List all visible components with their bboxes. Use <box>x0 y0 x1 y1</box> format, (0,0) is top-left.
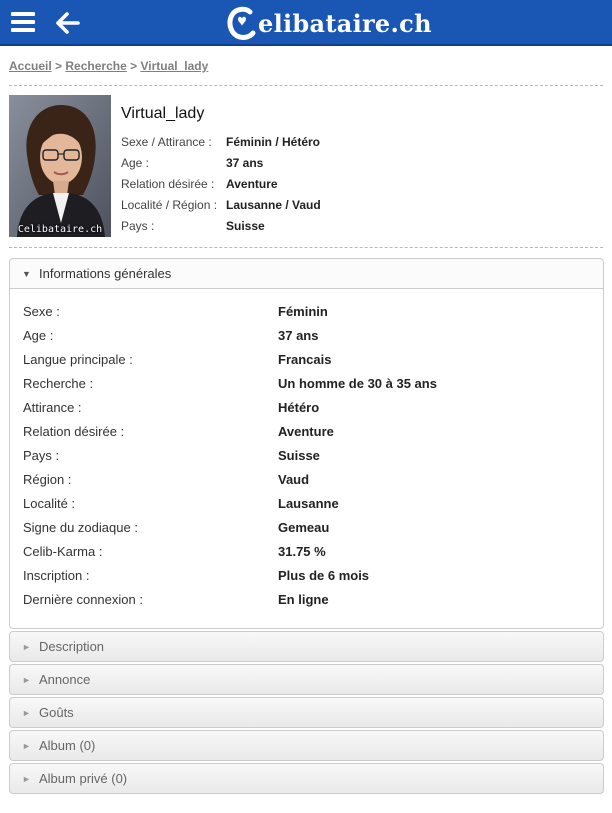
gouts-panel[interactable]: ► Goûts <box>9 697 604 728</box>
info-row: Langue principale : Francais <box>10 346 603 370</box>
info-row: Signe du zodiaque : Gemeau <box>10 514 603 538</box>
info-label: Sexe : <box>23 304 60 319</box>
caret-right-icon: ► <box>22 675 31 685</box>
breadcrumb-separator: > <box>55 59 63 73</box>
info-row: Inscription : Plus de 6 mois <box>10 562 603 586</box>
divider <box>9 247 603 248</box>
private-album-panel[interactable]: ► Album privé (0) <box>9 763 604 794</box>
info-value: Féminin <box>278 304 328 319</box>
gouts-panel-header[interactable]: ► Goûts <box>10 698 603 728</box>
caret-right-icon: ► <box>22 774 31 784</box>
breadcrumb-profile-link[interactable]: Virtual_lady <box>140 59 208 73</box>
panel-title: Album (0) <box>39 738 96 753</box>
back-arrow-icon[interactable] <box>55 10 81 36</box>
info-row: Dernière connexion : En ligne <box>10 586 603 610</box>
summary-label: Sexe / Attirance : <box>121 135 212 149</box>
summary-value: Lausanne / Vaud <box>226 198 321 212</box>
info-row: Pays : Suisse <box>10 442 603 466</box>
top-bar: elibataire.ch <box>0 0 612 46</box>
info-label: Région : <box>23 472 72 487</box>
info-label: Attirance : <box>23 400 82 415</box>
description-panel[interactable]: ► Description <box>9 631 604 662</box>
info-label: Langue principale : <box>23 352 133 367</box>
panel-title: Description <box>39 639 105 654</box>
summary-value: Féminin / Hétéro <box>226 135 321 149</box>
panel-title: Annonce <box>39 672 91 687</box>
site-logo[interactable]: elibataire.ch <box>226 4 432 42</box>
summary-label: Age : <box>121 156 150 170</box>
info-row: Localité : Lausanne <box>10 490 603 514</box>
annonce-panel-header[interactable]: ► Annonce <box>10 665 603 695</box>
panel-title: Informations générales <box>39 266 172 281</box>
album-panel-header[interactable]: ► Album (0) <box>10 731 603 761</box>
info-value: Aventure <box>278 424 334 439</box>
info-row: Relation désirée : Aventure <box>10 418 603 442</box>
info-row: Sexe : Féminin <box>10 298 603 322</box>
summary-label: Localité / Région : <box>121 198 218 212</box>
summary-label: Pays : <box>121 219 155 233</box>
logo-text: elibataire.ch <box>258 8 432 38</box>
info-value: Suisse <box>278 448 320 463</box>
info-label: Inscription : <box>23 568 90 583</box>
summary-value: 37 ans <box>226 156 264 170</box>
general-info-list: Sexe : Féminin Age : 37 ans Langue princip… <box>10 289 603 610</box>
info-value: Gemeau <box>278 520 330 535</box>
info-label: Signe du zodiaque : <box>23 520 138 535</box>
profile-photo[interactable]: Celibataire.ch <box>9 95 111 237</box>
info-row: Attirance : Hétéro <box>10 394 603 418</box>
info-value: Francais <box>278 352 332 367</box>
info-label: Dernière connexion : <box>23 592 143 607</box>
photo-watermark: Celibataire.ch <box>17 224 103 235</box>
info-row: Celib-Karma : 31.75 % <box>10 538 603 562</box>
profile-username: Virtual_lady <box>121 105 205 122</box>
panel-title: Album privé (0) <box>39 771 128 786</box>
description-panel-header[interactable]: ► Description <box>10 632 603 662</box>
info-label: Pays : <box>23 448 60 463</box>
info-row: Recherche : Un homme de 30 à 35 ans <box>10 370 603 394</box>
info-label: Age : <box>23 328 54 343</box>
breadcrumb-home-link[interactable]: Accueil <box>9 59 52 73</box>
info-label: Localité : <box>23 496 76 511</box>
info-value: 37 ans <box>278 328 319 343</box>
caret-right-icon: ► <box>22 708 31 718</box>
info-value: Vaud <box>278 472 310 487</box>
summary-value: Aventure <box>226 177 278 191</box>
hamburger-menu-icon[interactable] <box>11 11 35 33</box>
divider <box>9 85 603 86</box>
summary-value: Suisse <box>226 219 265 233</box>
breadcrumb-search-link[interactable]: Recherche <box>65 59 126 73</box>
annonce-panel[interactable]: ► Annonce <box>9 664 604 695</box>
info-value: En ligne <box>278 592 329 607</box>
info-value: Lausanne <box>278 496 339 511</box>
panel-title: Goûts <box>39 705 74 720</box>
general-info-panel: ▼ Informations générales Sexe : Féminin A… <box>9 258 604 629</box>
album-panel[interactable]: ► Album (0) <box>9 730 604 761</box>
info-row: Région : Vaud <box>10 466 603 490</box>
caret-down-icon: ▼ <box>22 269 31 279</box>
logo-c-heart-icon <box>226 5 258 41</box>
info-label: Celib-Karma : <box>23 544 103 559</box>
caret-right-icon: ► <box>22 642 31 652</box>
general-info-panel-header[interactable]: ▼ Informations générales <box>10 259 603 289</box>
breadcrumb: Accueil > Recherche > Virtual_lady <box>9 59 208 73</box>
breadcrumb-separator: > <box>130 59 138 73</box>
info-label: Relation désirée : <box>23 424 125 439</box>
info-value: 31.75 % <box>278 544 326 559</box>
private-album-panel-header[interactable]: ► Album privé (0) <box>10 764 603 794</box>
caret-right-icon: ► <box>22 741 31 751</box>
summary-label: Relation désirée : <box>121 177 215 191</box>
info-value: Hétéro <box>278 400 320 415</box>
info-value: Un homme de 30 à 35 ans <box>278 376 437 391</box>
info-row: Age : 37 ans <box>10 322 603 346</box>
info-label: Recherche : <box>23 376 94 391</box>
info-value: Plus de 6 mois <box>278 568 370 583</box>
